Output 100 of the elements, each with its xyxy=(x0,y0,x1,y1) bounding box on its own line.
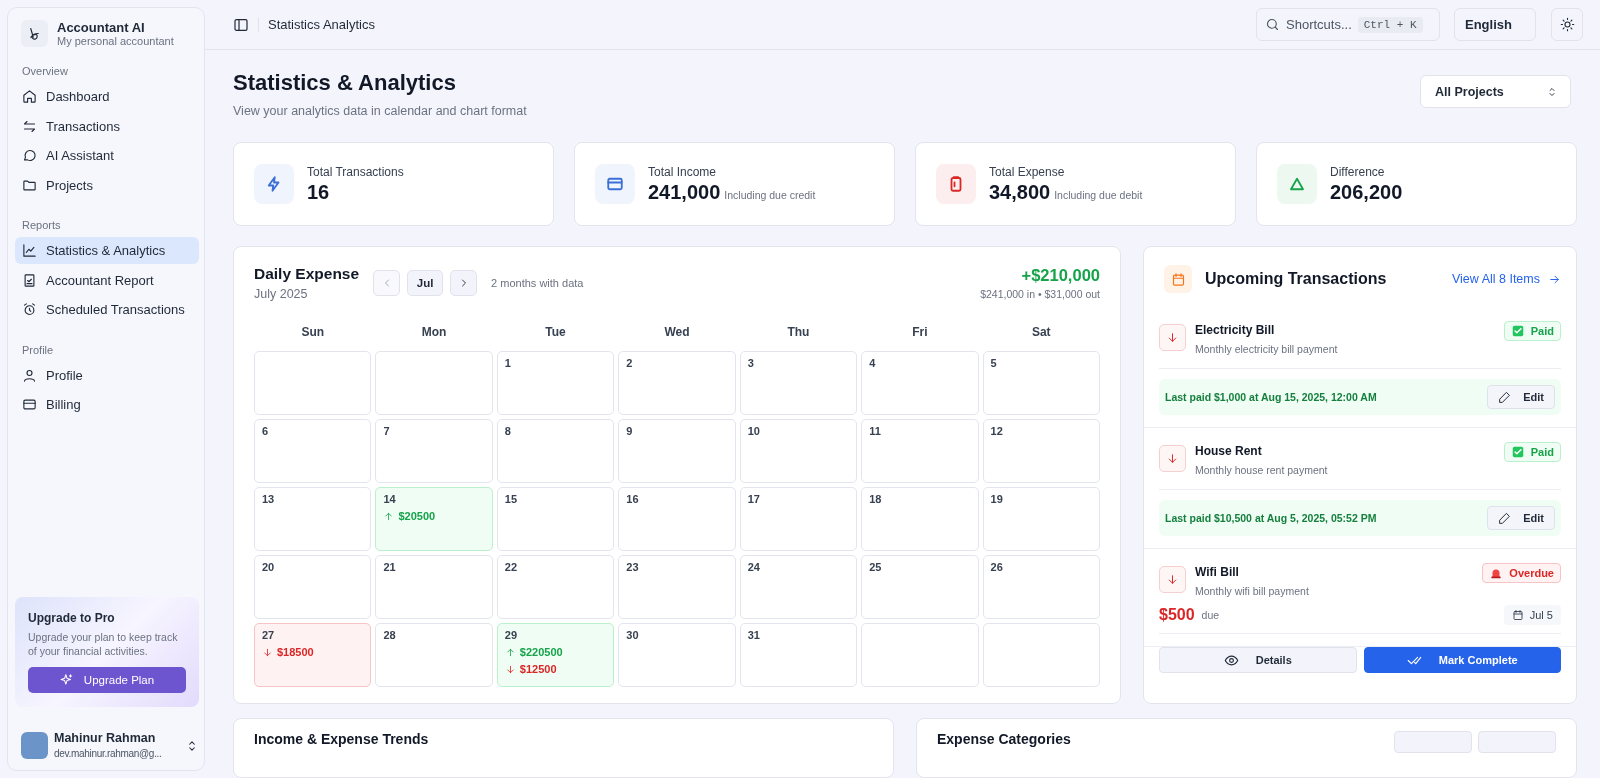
nav-item[interactable]: Transactions xyxy=(15,112,199,140)
app-name: Accountant AI xyxy=(57,20,146,35)
calendar-day[interactable]: 25 xyxy=(861,555,979,619)
calendar-day[interactable]: 10 xyxy=(739,419,858,483)
avatar-photo xyxy=(21,732,48,759)
calendar-icon xyxy=(1170,271,1186,287)
panel-control[interactable] xyxy=(1394,731,1472,753)
calendar-day[interactable]: 4 xyxy=(861,351,979,415)
calendar-day[interactable]: 22 xyxy=(496,555,615,619)
calendar-day[interactable]: 6 xyxy=(254,419,372,483)
calendar-day[interactable]: 13 xyxy=(254,487,372,551)
calendar-day[interactable]: 1 xyxy=(496,351,615,415)
calendar-day[interactable]: 11 xyxy=(861,419,979,483)
amount: $12500 xyxy=(519,663,557,675)
previous-month-button[interactable] xyxy=(373,270,401,296)
day-number: 12 xyxy=(990,425,1004,437)
calendar-day[interactable]: 19 xyxy=(982,487,1100,551)
due-date: Jul 5 xyxy=(1503,605,1561,625)
stat-note: Including due credit xyxy=(724,188,816,201)
calendar-day[interactable]: 2 xyxy=(618,351,736,415)
calendar-day[interactable]: 18 xyxy=(861,487,979,551)
shortcuts-search-button[interactable]: Shortcuts... Ctrl + K xyxy=(1256,8,1440,41)
calendar-day[interactable]: 7 xyxy=(375,419,493,483)
weekday-label: Thu xyxy=(787,325,810,339)
edit-button[interactable]: Edit xyxy=(1487,385,1555,409)
details-button[interactable]: Details xyxy=(1159,647,1357,673)
view-all-link[interactable]: View All 8 Items xyxy=(1452,272,1561,286)
nav-item[interactable]: Accountant Report xyxy=(15,266,199,294)
nav-item[interactable]: Projects xyxy=(15,171,199,199)
folder-icon xyxy=(22,177,37,193)
day-number: 5 xyxy=(990,357,998,369)
user-email: dev.mahinur.rahman@g... xyxy=(54,748,162,759)
next-month-button[interactable] xyxy=(450,270,478,296)
upgrade-text: Upgrade your plan to keep track of your financial activities. xyxy=(28,629,179,659)
calendar-day[interactable]: 9 xyxy=(618,419,736,483)
theme-toggle-button[interactable] xyxy=(1551,8,1583,41)
day-number: 31 xyxy=(747,629,761,641)
calendar-day[interactable]: 24 xyxy=(739,555,858,619)
nav-item[interactable]: Scheduled Transactions xyxy=(15,296,199,323)
upgrade-button[interactable]: Upgrade Plan xyxy=(28,667,186,693)
nav-item[interactable]: Billing xyxy=(15,391,199,418)
home-icon xyxy=(22,89,37,104)
calendar-day[interactable]: 29 $220500 $12500 xyxy=(496,623,615,687)
page-subtitle: View your analytics data in calendar and chart format xyxy=(233,104,527,118)
nav-item[interactable]: Dashboard xyxy=(15,83,199,110)
calendar-day[interactable]: 5 xyxy=(982,351,1100,415)
calendar-day[interactable]: 31 xyxy=(739,623,858,687)
transaction-name: Wifi Bill xyxy=(1195,565,1240,579)
arrow-up-icon xyxy=(504,646,516,658)
panel-title: Income & Expense Trends xyxy=(254,731,429,747)
stat-value: 16 xyxy=(307,180,330,204)
chevron-up-down-icon xyxy=(1546,85,1558,98)
language-select[interactable]: English xyxy=(1454,8,1536,41)
report-icon xyxy=(22,272,37,288)
breadcrumb: Statistics Analytics xyxy=(268,17,375,32)
day-number: 9 xyxy=(626,425,634,437)
day-number: 7 xyxy=(383,425,391,437)
stat-label: Total Expense xyxy=(989,164,1066,179)
check-box-icon xyxy=(1510,445,1525,459)
net-total: +$210,000 xyxy=(1020,266,1100,285)
check-box-icon xyxy=(1510,324,1525,338)
edit-button[interactable]: Edit xyxy=(1487,506,1555,530)
calendar-day[interactable]: 20 xyxy=(254,555,372,619)
calendar-day[interactable]: 21 xyxy=(375,555,493,619)
sparkle-icon xyxy=(59,673,74,687)
calendar-day[interactable]: 12 xyxy=(982,419,1100,483)
calendar-day[interactable]: 8 xyxy=(496,419,615,483)
calendar-day[interactable]: 30 xyxy=(618,623,736,687)
calendar-day[interactable]: 26 xyxy=(982,555,1100,619)
month-button[interactable]: Jul xyxy=(407,270,444,296)
day-number: 17 xyxy=(747,493,761,505)
calendar-day[interactable]: 17 xyxy=(739,487,858,551)
calendar-day[interactable]: 28 xyxy=(375,623,493,687)
day-number: 10 xyxy=(747,425,761,437)
transaction-name: House Rent xyxy=(1195,444,1263,458)
nav-item[interactable]: AI Assistant xyxy=(15,142,199,169)
project-select[interactable]: All Projects xyxy=(1420,75,1571,108)
calendar-day[interactable]: 27 $18500 xyxy=(254,623,372,687)
calendar-day[interactable]: 23 xyxy=(618,555,736,619)
stat-label: Difference xyxy=(1330,164,1386,179)
day-number: 20 xyxy=(262,561,276,573)
sun-icon xyxy=(1559,17,1575,32)
calendar-day[interactable]: 15 xyxy=(496,487,615,551)
arrow-down-icon xyxy=(504,663,516,675)
arrow-up-icon xyxy=(383,510,395,522)
panel-control[interactable] xyxy=(1478,731,1556,753)
day-number: 14 xyxy=(383,493,397,505)
mark-complete-button[interactable]: Mark Complete xyxy=(1363,647,1561,673)
nav-item[interactable]: Profile xyxy=(15,361,199,389)
calendar-icon xyxy=(1511,609,1524,621)
nav-item[interactable]: Statistics & Analytics xyxy=(15,237,199,264)
card-icon xyxy=(22,397,37,412)
due-amount: $500 xyxy=(1159,606,1195,624)
calendar-day[interactable]: 16 xyxy=(618,487,736,551)
day-number: 25 xyxy=(869,561,883,573)
calendar-day[interactable]: 3 xyxy=(739,351,858,415)
search-icon xyxy=(1265,17,1280,32)
calendar-day[interactable]: 14 $20500 xyxy=(375,487,493,551)
arrow-down-icon xyxy=(1166,573,1179,586)
day-number: 16 xyxy=(626,493,640,505)
